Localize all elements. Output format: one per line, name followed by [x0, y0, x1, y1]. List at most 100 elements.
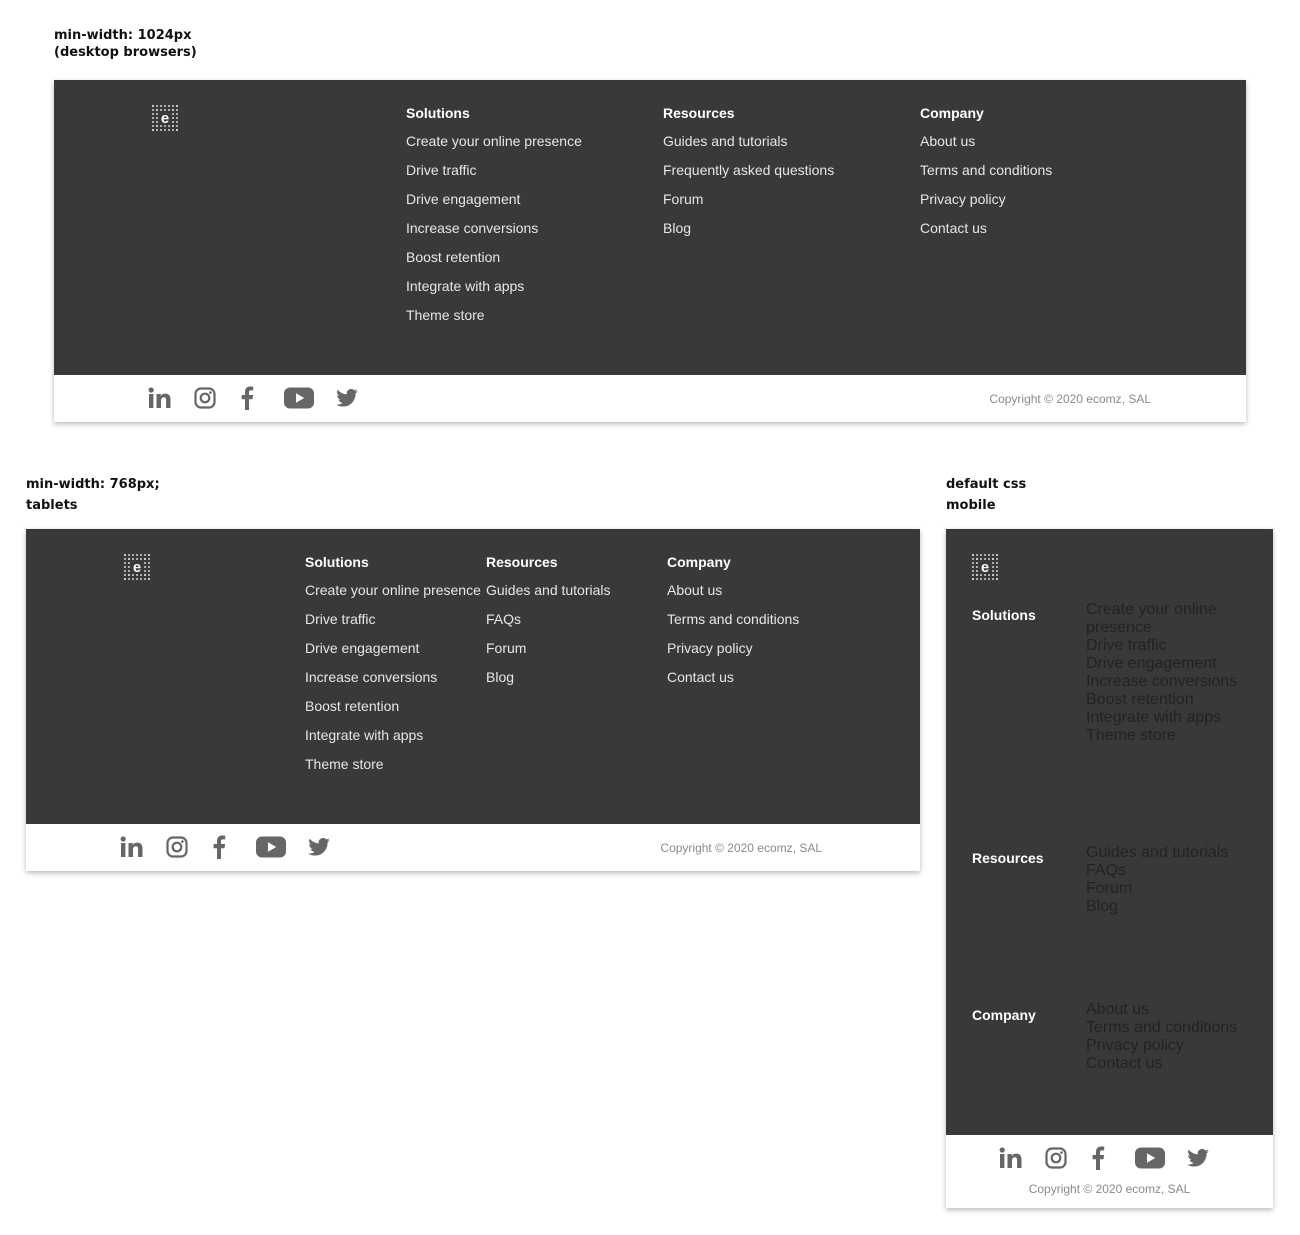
footer-link[interactable]: Contact us: [667, 663, 799, 692]
facebook-icon[interactable]: [1091, 1145, 1105, 1171]
solutions-links: Create your online presence Drive traffic…: [1086, 601, 1273, 745]
copyright-text: Copyright © 2020 ecomz, SAL: [989, 392, 1151, 406]
footer-link[interactable]: Integrate with apps: [305, 721, 481, 750]
youtube-icon[interactable]: [284, 385, 314, 411]
footer-link[interactable]: Theme store: [305, 750, 481, 779]
footer-link[interactable]: Contact us: [1086, 1055, 1237, 1073]
footer-link[interactable]: Guides and tutorials: [663, 127, 834, 156]
desktop-footer: e Solutions Create your online presence D…: [54, 80, 1246, 422]
mobile-caption-line-2: mobile: [946, 498, 996, 513]
footer-link[interactable]: FAQs: [1086, 862, 1228, 880]
footer-link[interactable]: Increase conversions: [406, 214, 582, 243]
svg-text:e: e: [133, 559, 141, 576]
footer-link[interactable]: About us: [920, 127, 1052, 156]
footer-link[interactable]: Blog: [1086, 898, 1228, 916]
footer-link[interactable]: Frequently asked questions: [663, 156, 834, 185]
desktop-caption: min-width: 1024px (desktop browsers): [54, 27, 197, 61]
footer-link[interactable]: Guides and tutorials: [486, 576, 611, 605]
footer-link[interactable]: Integrate with apps: [406, 272, 582, 301]
footer-link[interactable]: Create your online presence: [305, 576, 481, 605]
col-title-solutions: Solutions: [305, 554, 369, 570]
footer-link[interactable]: Contact us: [920, 214, 1052, 243]
instagram-icon[interactable]: [1045, 1145, 1067, 1171]
footer-link[interactable]: Boost retention: [305, 692, 481, 721]
mobile-caption-line-1: default css: [946, 477, 1027, 492]
company-links: About us Terms and conditions Privacy poli…: [667, 576, 799, 692]
mobile-footer-links-area: e Solutions Create your online presence D…: [946, 529, 1273, 1135]
twitter-icon[interactable]: [308, 834, 330, 860]
solutions-links: Create your online presence Drive traffic…: [305, 576, 481, 779]
footer-link[interactable]: Privacy policy: [667, 634, 799, 663]
twitter-icon[interactable]: [336, 385, 358, 411]
linkedin-icon[interactable]: [148, 385, 172, 411]
footer-link[interactable]: Blog: [663, 214, 834, 243]
footer-link[interactable]: Drive engagement: [305, 634, 481, 663]
footer-link[interactable]: About us: [667, 576, 799, 605]
social-links: [120, 834, 330, 860]
instagram-icon[interactable]: [166, 834, 188, 860]
footer-link[interactable]: Integrate with apps: [1086, 709, 1273, 727]
footer-link[interactable]: Forum: [486, 634, 611, 663]
footer-link[interactable]: Create your online presence: [406, 127, 582, 156]
youtube-icon[interactable]: [1135, 1145, 1165, 1171]
footer-link[interactable]: Create your online presence: [1086, 601, 1273, 637]
footer-link[interactable]: Drive engagement: [406, 185, 582, 214]
instagram-icon[interactable]: [194, 385, 216, 411]
desktop-col-company: Company About us Terms and conditions Priv…: [920, 103, 1052, 243]
desktop-caption-line-2: (desktop browsers): [54, 45, 197, 60]
footer-link[interactable]: Terms and conditions: [920, 156, 1052, 185]
footer-link[interactable]: Theme store: [1086, 727, 1273, 745]
svg-text:e: e: [161, 110, 169, 127]
desktop-footer-links-area: e Solutions Create your online presence D…: [54, 80, 1246, 375]
resources-links: Guides and tutorials FAQs Forum Blog: [486, 576, 611, 692]
social-links: [999, 1145, 1209, 1171]
col-title-solutions: Solutions: [406, 105, 470, 121]
mobile-caption: default css mobile: [946, 476, 1026, 514]
footer-link[interactable]: Terms and conditions: [667, 605, 799, 634]
footer-link[interactable]: Guides and tutorials: [1086, 844, 1228, 862]
solutions-links: Create your online presence Drive traffic…: [406, 127, 582, 330]
copyright-text: Copyright © 2020 ecomz, SAL: [1028, 1182, 1191, 1196]
desktop-caption-line-1: min-width: 1024px: [54, 28, 192, 43]
ecomz-logo-icon[interactable]: e: [971, 553, 999, 581]
footer-link[interactable]: Terms and conditions: [1086, 1019, 1237, 1037]
ecomz-logo-icon[interactable]: e: [123, 553, 151, 581]
mobile-footer: e Solutions Create your online presence D…: [946, 529, 1273, 1208]
footer-link[interactable]: About us: [1086, 1001, 1237, 1019]
footer-link[interactable]: Blog: [486, 663, 611, 692]
company-links: About us Terms and conditions Privacy poli…: [1086, 1001, 1237, 1073]
footer-link[interactable]: Drive traffic: [305, 605, 481, 634]
footer-link[interactable]: Drive traffic: [1086, 637, 1273, 655]
footer-link[interactable]: Boost retention: [1086, 691, 1273, 709]
footer-link[interactable]: Drive engagement: [1086, 655, 1273, 673]
footer-link[interactable]: Privacy policy: [1086, 1037, 1237, 1055]
footer-link[interactable]: Privacy policy: [920, 185, 1052, 214]
tablet-col-solutions: Solutions Create your online presence Dri…: [305, 552, 481, 779]
footer-link[interactable]: Boost retention: [406, 243, 582, 272]
footer-link[interactable]: Forum: [663, 185, 834, 214]
facebook-icon[interactable]: [212, 834, 226, 860]
col-title-solutions: Solutions: [972, 607, 1036, 623]
tablet-footer: e Solutions Create your online presence D…: [26, 529, 920, 871]
company-links: About us Terms and conditions Privacy poli…: [920, 127, 1052, 243]
footer-link[interactable]: Increase conversions: [1086, 673, 1273, 691]
youtube-icon[interactable]: [256, 834, 286, 860]
facebook-icon[interactable]: [240, 385, 254, 411]
copyright-text: Copyright © 2020 ecomz, SAL: [660, 841, 822, 855]
footer-link[interactable]: Increase conversions: [305, 663, 481, 692]
col-title-company: Company: [972, 1007, 1036, 1023]
footer-link[interactable]: Forum: [1086, 880, 1228, 898]
tablet-caption-line-1: min-width: 768px;: [26, 477, 160, 492]
col-title-resources: Resources: [663, 105, 735, 121]
tablet-col-resources: Resources Guides and tutorials FAQs Forum B…: [486, 552, 611, 692]
footer-link[interactable]: Theme store: [406, 301, 582, 330]
tablet-footer-links-area: e Solutions Create your online presence D…: [26, 529, 920, 824]
desktop-col-resources: Resources Guides and tutorials Frequently…: [663, 103, 834, 243]
linkedin-icon[interactable]: [999, 1145, 1023, 1171]
tablet-caption-line-2: tablets: [26, 498, 78, 513]
linkedin-icon[interactable]: [120, 834, 144, 860]
footer-link[interactable]: FAQs: [486, 605, 611, 634]
footer-link[interactable]: Drive traffic: [406, 156, 582, 185]
ecomz-logo-icon[interactable]: e: [151, 104, 179, 132]
twitter-icon[interactable]: [1187, 1145, 1209, 1171]
